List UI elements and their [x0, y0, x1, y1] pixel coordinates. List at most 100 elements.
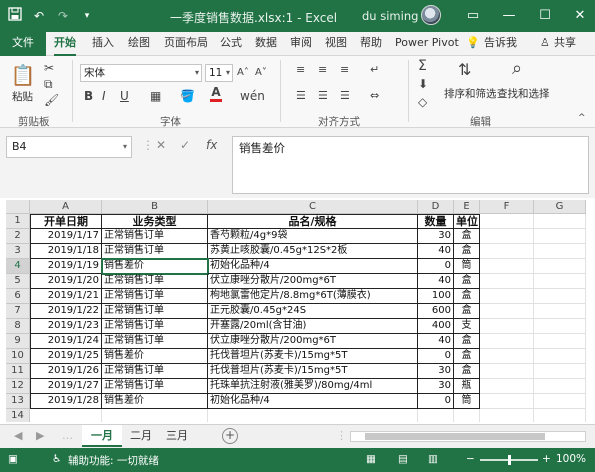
- format-painter-icon[interactable]: 🖌: [44, 92, 59, 108]
- table-cell[interactable]: 正常销售订单: [102, 304, 208, 319]
- table-cell[interactable]: 支: [454, 319, 480, 334]
- table-cell[interactable]: 600: [418, 304, 454, 319]
- table-cell[interactable]: 伏立康唑分散片/200mg*6T: [208, 274, 418, 289]
- page-layout-view-icon[interactable]: ▤: [398, 453, 408, 465]
- italic-button[interactable]: I: [102, 88, 106, 104]
- table-cell[interactable]: 2019/1/19: [30, 259, 102, 274]
- row-header[interactable]: 6: [6, 289, 30, 304]
- grid-cell[interactable]: [534, 364, 586, 379]
- table-header-cell[interactable]: 数量: [418, 214, 454, 229]
- tab-home[interactable]: 开始: [54, 32, 76, 56]
- user-name[interactable]: du siming: [362, 9, 418, 23]
- clear-icon[interactable]: ◇: [418, 94, 427, 110]
- grid-cell[interactable]: [480, 409, 534, 422]
- table-cell[interactable]: 正常销售订单: [102, 229, 208, 244]
- sort-filter-label[interactable]: 排序和筛选: [444, 86, 497, 101]
- grid-cell[interactable]: [534, 289, 586, 304]
- row-header[interactable]: 11: [6, 364, 30, 379]
- grid-cell[interactable]: [534, 349, 586, 364]
- zoom-out-button[interactable]: −: [466, 453, 475, 465]
- grid-cell[interactable]: [534, 274, 586, 289]
- table-cell[interactable]: 盒: [454, 349, 480, 364]
- table-cell[interactable]: 盒: [454, 289, 480, 304]
- grid-cell[interactable]: [534, 379, 586, 394]
- table-header-cell[interactable]: 业务类型: [102, 214, 208, 229]
- underline-button[interactable]: U: [120, 88, 129, 104]
- column-header-e[interactable]: E: [454, 200, 480, 214]
- column-header-f[interactable]: F: [480, 200, 534, 214]
- table-cell[interactable]: 托伐普坦片(苏麦卡)/15mg*5T: [208, 364, 418, 379]
- save-icon[interactable]: [6, 7, 24, 25]
- table-cell[interactable]: 30: [418, 379, 454, 394]
- table-cell[interactable]: 40: [418, 274, 454, 289]
- row-header[interactable]: 7: [6, 304, 30, 319]
- table-cell[interactable]: 2019/1/18: [30, 244, 102, 259]
- table-cell[interactable]: 0: [418, 394, 454, 409]
- tab-power-pivot[interactable]: Power Pivot: [395, 32, 459, 56]
- table-cell[interactable]: 瓶: [454, 379, 480, 394]
- table-cell[interactable]: 30: [418, 364, 454, 379]
- zoom-in-button[interactable]: +: [542, 453, 551, 465]
- borders-icon[interactable]: ▦: [150, 88, 161, 104]
- avatar[interactable]: [421, 5, 441, 25]
- table-cell[interactable]: 2019/1/22: [30, 304, 102, 319]
- grid-cell[interactable]: [480, 349, 534, 364]
- grid-cell[interactable]: [534, 334, 586, 349]
- table-cell[interactable]: 40: [418, 334, 454, 349]
- row-header[interactable]: 5: [6, 274, 30, 289]
- grid-cell[interactable]: [480, 289, 534, 304]
- table-cell[interactable]: 盒: [454, 229, 480, 244]
- align-bottom-icon[interactable]: ≡: [340, 62, 349, 78]
- tab-help[interactable]: 帮助: [360, 32, 382, 56]
- collapse-ribbon-icon[interactable]: ^: [578, 110, 586, 126]
- align-right-icon[interactable]: ☰: [340, 88, 350, 104]
- table-cell[interactable]: 伏立康唑分散片/200mg*6T: [208, 334, 418, 349]
- row-header[interactable]: 14: [6, 409, 30, 422]
- table-cell[interactable]: 2019/1/28: [30, 394, 102, 409]
- minimize-icon[interactable]: —: [491, 0, 527, 32]
- table-cell[interactable]: 正常销售订单: [102, 274, 208, 289]
- table-cell[interactable]: 正元胶囊/0.45g*24S: [208, 304, 418, 319]
- table-cell[interactable]: 2019/1/23: [30, 319, 102, 334]
- grid-cell[interactable]: [534, 304, 586, 319]
- grid-cell[interactable]: [534, 214, 586, 229]
- table-cell[interactable]: 30: [418, 229, 454, 244]
- table-cell[interactable]: 盒: [454, 334, 480, 349]
- table-header-cell[interactable]: 开单日期: [30, 214, 102, 229]
- sort-filter-icon[interactable]: ⇅: [458, 60, 471, 80]
- fill-color-icon[interactable]: 🪣: [180, 88, 195, 104]
- tab-tell-me[interactable]: 告诉我: [484, 32, 517, 56]
- horizontal-scrollbar[interactable]: [350, 431, 586, 442]
- table-cell[interactable]: 正常销售订单: [102, 364, 208, 379]
- selected-cell[interactable]: 销售差价: [101, 258, 209, 275]
- fill-icon[interactable]: ⬇: [418, 76, 428, 92]
- tab-formulas[interactable]: 公式: [220, 32, 242, 56]
- grid-cell[interactable]: [480, 229, 534, 244]
- align-left-icon[interactable]: ☰: [296, 88, 306, 104]
- row-header[interactable]: 13: [6, 394, 30, 409]
- table-cell[interactable]: 盒: [454, 304, 480, 319]
- grid-cell[interactable]: [480, 244, 534, 259]
- grid-cell[interactable]: [534, 319, 586, 334]
- table-cell[interactable]: 2019/1/26: [30, 364, 102, 379]
- table-cell[interactable]: 香芍颗粒/4g*9袋: [208, 229, 418, 244]
- sheet-tab-feb[interactable]: 二月: [124, 425, 158, 447]
- tab-review[interactable]: 审阅: [290, 32, 312, 56]
- grid-cell[interactable]: [208, 409, 418, 422]
- table-cell[interactable]: 2019/1/27: [30, 379, 102, 394]
- row-header[interactable]: 2: [6, 229, 30, 244]
- table-cell[interactable]: 筒: [454, 259, 480, 274]
- more-sheets-icon[interactable]: …: [62, 429, 73, 442]
- row-header[interactable]: 12: [6, 379, 30, 394]
- font-name-select[interactable]: 宋体 ▾: [80, 64, 202, 82]
- table-cell[interactable]: 2019/1/21: [30, 289, 102, 304]
- sheet-tab-mar[interactable]: 三月: [160, 425, 194, 447]
- scroll-left-icon[interactable]: ◀: [14, 429, 22, 442]
- grid-cell[interactable]: [480, 364, 534, 379]
- align-middle-icon[interactable]: ≡: [318, 62, 327, 78]
- table-cell[interactable]: 40: [418, 244, 454, 259]
- grid-cell[interactable]: [480, 319, 534, 334]
- lightbulb-icon[interactable]: 💡: [466, 32, 480, 56]
- tab-data[interactable]: 数据: [255, 32, 277, 56]
- ribbon-display-icon[interactable]: ▭: [455, 0, 491, 32]
